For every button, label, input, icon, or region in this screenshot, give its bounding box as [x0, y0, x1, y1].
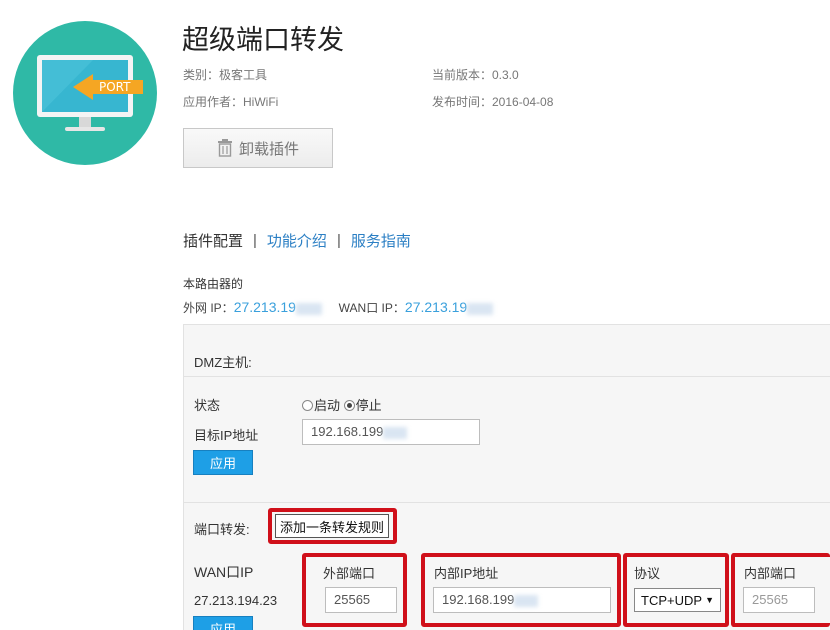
dmz-target-ip-input[interactable]: 192.168.199	[302, 419, 480, 445]
add-rule-label: 添加一条转发规则	[279, 519, 384, 535]
redacted-mask	[514, 594, 539, 607]
app-author: 应用作者：HiWiFi	[183, 95, 279, 109]
router-heading: 本路由器的	[183, 277, 244, 291]
radio-stop[interactable]	[343, 400, 355, 411]
app-title: 超级端口转发	[182, 25, 344, 55]
tab-separator: |	[336, 232, 341, 249]
radio-start-label: 启动	[314, 398, 341, 413]
uninstall-label: 卸载插件	[238, 140, 299, 158]
port-forward-heading: 端口转发:	[194, 522, 250, 537]
wan-public-ip-label: 外网 IP：	[183, 301, 234, 315]
internal-port-header: 内部端口	[744, 566, 797, 581]
external-port-header: 外部端口	[323, 566, 376, 581]
tab-service-guide[interactable]: 服务指南	[351, 230, 411, 251]
tab-feature-intro[interactable]: 功能介绍	[267, 230, 327, 251]
protocol-value: TCP+UDP	[641, 592, 703, 608]
tab-bar: 插件配置 | 功能介绍 | 服务指南	[183, 230, 411, 251]
internal-port-input[interactable]: 25565	[743, 587, 815, 613]
dmz-target-ip-value: 192.168.199	[311, 424, 384, 439]
rule-apply-label: 应用	[209, 622, 236, 630]
dropdown-arrow-icon: ▼	[705, 595, 714, 605]
redacted-mask	[467, 302, 494, 315]
app-category: 类别：极客工具	[183, 68, 268, 82]
app-release-date: 发布时间：2016-04-08	[432, 95, 554, 109]
rule-apply-button[interactable]: 应用	[193, 616, 253, 630]
wan-ip-header: WAN口IP	[194, 564, 254, 580]
app-logo: PORT	[13, 21, 157, 165]
internal-ip-input[interactable]: 192.168.199	[433, 587, 611, 613]
external-port-input[interactable]: 25565	[325, 587, 397, 613]
dmz-apply-label: 应用	[209, 456, 236, 471]
protocol-select[interactable]: TCP+UDP ▼	[634, 588, 721, 612]
dmz-apply-button[interactable]: 应用	[193, 450, 253, 475]
svg-text:PORT: PORT	[99, 80, 131, 94]
internal-ip-header: 内部IP地址	[434, 566, 499, 581]
monitor-icon: PORT	[37, 55, 143, 131]
tab-plugin-config[interactable]: 插件配置	[183, 230, 243, 251]
internal-ip-value: 192.168.199	[442, 592, 515, 607]
wan-public-ip-value: 27.213.19	[233, 299, 296, 315]
protocol-header: 协议	[634, 566, 661, 581]
radio-start[interactable]	[302, 400, 313, 411]
section-divider	[184, 376, 830, 377]
dmz-target-ip-label: 目标IP地址	[194, 428, 259, 443]
router-ip-line: 外网 IP：27.213.19 WAN口 IP：27.213.19	[183, 299, 494, 316]
add-rule-button[interactable]: 添加一条转发规则	[275, 514, 389, 538]
radio-stop-label: 停止	[355, 398, 382, 413]
dmz-status-label: 状态	[194, 398, 221, 413]
dmz-heading: DMZ主机:	[194, 355, 252, 370]
section-divider	[184, 502, 830, 503]
dmz-status-radios: 启动 停止	[302, 395, 382, 414]
tab-separator: |	[253, 232, 257, 249]
app-version: 当前版本：0.3.0	[432, 68, 519, 82]
redacted-mask	[295, 302, 322, 315]
wan-ip-value: 27.213.194.23	[194, 593, 278, 608]
trash-icon	[217, 139, 232, 157]
wan-port-ip-label: WAN口 IP：	[338, 301, 405, 315]
wan-port-ip-value: 27.213.19	[404, 299, 468, 315]
uninstall-button[interactable]: 卸载插件	[183, 128, 333, 168]
redacted-mask	[383, 426, 408, 439]
